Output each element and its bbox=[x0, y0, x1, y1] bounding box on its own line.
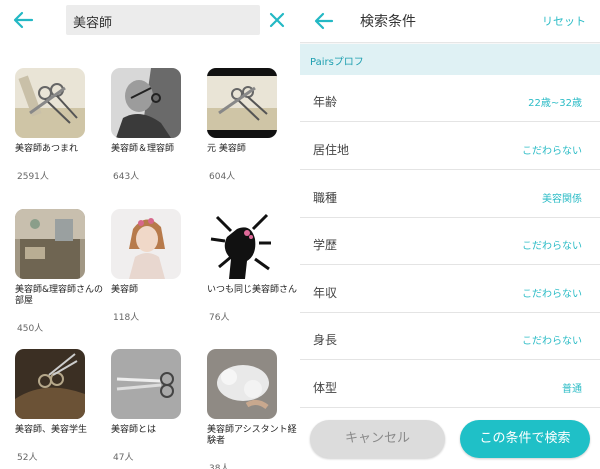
action-footer: キャンセル この条件で検索 bbox=[300, 410, 600, 469]
community-card[interactable]: 美容師アシスタント経験者 38人 bbox=[207, 339, 297, 469]
community-name: 美容師あつまれ bbox=[15, 144, 79, 154]
condition-value: 22歳~32歳 bbox=[528, 98, 582, 109]
conditions-header: 検索条件 リセット bbox=[300, 0, 600, 42]
community-name: 美容師＆理容師 bbox=[111, 144, 175, 154]
search-conditions-screen: 検索条件 リセット Pairsプロフ 年齢 22歳~32歳 居住地 こだわらない… bbox=[300, 0, 600, 469]
back-arrow-icon[interactable] bbox=[312, 9, 336, 33]
member-count: 76人 bbox=[209, 313, 230, 323]
page-title: 検索条件 bbox=[360, 14, 416, 30]
condition-row-education[interactable]: 学歴 こだわらない bbox=[300, 218, 600, 265]
section-label: Pairsプロフ bbox=[310, 57, 364, 68]
community-thumbnail bbox=[111, 209, 181, 279]
community-name: いつも同じ美容師さん bbox=[207, 285, 298, 295]
condition-label: 身長 bbox=[313, 333, 338, 347]
community-card[interactable]: 美容師、美容学生 52人 bbox=[15, 339, 105, 469]
cancel-button[interactable]: キャンセル bbox=[310, 420, 445, 458]
member-count: 604人 bbox=[209, 172, 236, 182]
community-thumbnail bbox=[15, 349, 85, 419]
condition-value: こだわらない bbox=[522, 336, 582, 347]
community-name: 美容師 bbox=[111, 285, 139, 295]
community-thumbnail bbox=[111, 349, 181, 419]
search-input-value: 美容師 bbox=[73, 16, 113, 31]
condition-row-age[interactable]: 年齢 22歳~32歳 bbox=[300, 75, 600, 122]
condition-row-height[interactable]: 身長 こだわらない bbox=[300, 313, 600, 360]
condition-label: 体型 bbox=[313, 381, 338, 395]
condition-row-occupation[interactable]: 職種 美容関係 bbox=[300, 171, 600, 218]
condition-value: こだわらない bbox=[522, 289, 582, 300]
condition-label: 年齢 bbox=[313, 95, 338, 109]
app-root: 美容師 美容師あつまれ 2591人 美容師＆理容師 643人 元 美容師 604… bbox=[0, 0, 600, 469]
member-count: 38人 bbox=[209, 464, 230, 469]
community-thumbnail bbox=[15, 68, 85, 138]
community-card[interactable]: 元 美容師 604人 bbox=[207, 58, 297, 188]
community-thumbnail bbox=[207, 209, 277, 279]
condition-label: 居住地 bbox=[313, 143, 350, 157]
condition-value: こだわらない bbox=[522, 241, 582, 252]
community-card[interactable]: 美容師あつまれ 2591人 bbox=[15, 58, 105, 188]
community-card[interactable]: 美容師＆理容師 643人 bbox=[111, 58, 201, 188]
condition-label: 学歴 bbox=[313, 238, 338, 252]
community-card[interactable]: 美容師とは 47人 bbox=[111, 339, 201, 469]
member-count: 47人 bbox=[113, 453, 134, 463]
condition-value: 普通 bbox=[562, 384, 582, 395]
close-icon[interactable] bbox=[266, 8, 288, 32]
search-input[interactable]: 美容師 bbox=[66, 5, 260, 35]
condition-value: こだわらない bbox=[522, 146, 582, 157]
condition-label: 職種 bbox=[313, 191, 338, 205]
community-thumbnail bbox=[15, 209, 85, 279]
community-thumbnail bbox=[111, 68, 181, 138]
search-with-conditions-button[interactable]: この条件で検索 bbox=[460, 420, 590, 458]
community-search-screen: 美容師 美容師あつまれ 2591人 美容師＆理容師 643人 元 美容師 604… bbox=[0, 0, 300, 469]
community-thumbnail bbox=[207, 68, 277, 138]
member-count: 643人 bbox=[113, 172, 140, 182]
community-name: 元 美容師 bbox=[207, 144, 246, 154]
community-name: 美容師アシスタント経験者 bbox=[207, 425, 297, 446]
condition-value: 美容関係 bbox=[542, 194, 582, 205]
member-count: 450人 bbox=[17, 324, 44, 334]
community-name: 美容師、美容学生 bbox=[15, 425, 88, 435]
community-thumbnail bbox=[207, 349, 277, 419]
condition-row-residence[interactable]: 居住地 こだわらない bbox=[300, 123, 600, 170]
community-name: 美容師&理容師さんの部屋 bbox=[15, 285, 104, 306]
condition-row-income[interactable]: 年収 こだわらない bbox=[300, 266, 600, 313]
member-count: 52人 bbox=[17, 453, 38, 463]
condition-row-body-type[interactable]: 体型 普通 bbox=[300, 361, 600, 408]
reset-button[interactable]: リセット bbox=[542, 13, 586, 29]
community-card[interactable]: いつも同じ美容師さん 76人 bbox=[207, 199, 297, 329]
community-card[interactable]: 美容師&理容師さんの部屋 450人 bbox=[15, 199, 105, 334]
member-count: 2591人 bbox=[17, 172, 49, 182]
member-count: 118人 bbox=[113, 313, 140, 323]
section-header: Pairsプロフ bbox=[300, 44, 600, 75]
community-name: 美容師とは bbox=[111, 425, 157, 435]
condition-label: 年収 bbox=[313, 286, 338, 300]
search-header: 美容師 bbox=[0, 0, 300, 40]
community-card[interactable]: 美容師 118人 bbox=[111, 199, 201, 329]
back-arrow-icon[interactable] bbox=[10, 8, 36, 32]
